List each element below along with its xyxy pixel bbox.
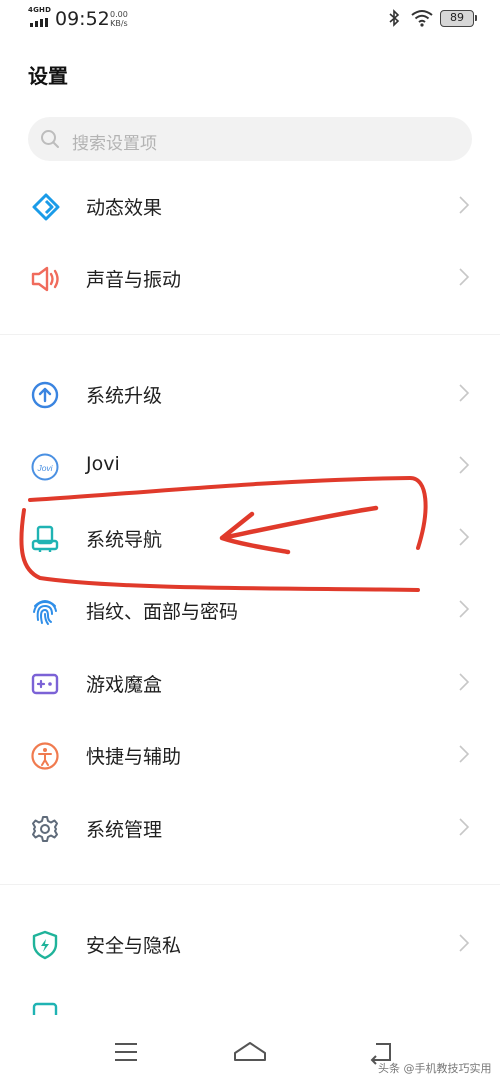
svg-text:Jovi: Jovi (36, 463, 53, 473)
accessibility-icon (30, 741, 60, 771)
menu-icon[interactable] (113, 1040, 139, 1068)
speed-unit: KB/s (110, 19, 128, 28)
wifi-icon (410, 9, 434, 31)
section-divider (0, 334, 500, 335)
home-icon[interactable] (233, 1040, 267, 1068)
chevron-right-icon (458, 599, 470, 623)
chevron-right-icon (458, 195, 470, 219)
settings-item-security-privacy[interactable]: 安全与隐私 (0, 908, 500, 980)
settings-item-fingerprint-face-password[interactable]: 指纹、面部与密码 (0, 574, 500, 646)
settings-item-label: 系统管理 (86, 819, 163, 841)
settings-item-label: 游戏魔盒 (86, 674, 163, 696)
jovi-icon: Jovi (30, 452, 60, 482)
speaker-icon (30, 264, 60, 294)
settings-item-label: 安全与隐私 (86, 935, 182, 957)
status-bar: 4GHD 09:52 0.00 KB/s 89 (0, 0, 500, 40)
gear-icon (30, 814, 60, 844)
search-input[interactable]: 搜索设置项 (28, 117, 472, 161)
chevron-right-icon (458, 817, 470, 841)
chevron-right-icon (458, 672, 470, 696)
settings-item-dynamic-effects[interactable]: 动态效果 (0, 170, 500, 242)
settings-item-label: 指纹、面部与密码 (86, 601, 239, 623)
app-icon (30, 1001, 60, 1015)
settings-item-jovi[interactable]: Jovi Jovi (0, 430, 500, 502)
search-icon (40, 129, 60, 153)
chevron-right-icon (458, 933, 470, 957)
chevron-right-icon (458, 455, 470, 479)
settings-item-game-box[interactable]: 游戏魔盒 (0, 647, 500, 719)
chevron-right-icon (458, 744, 470, 768)
upgrade-arrow-icon (30, 380, 60, 410)
shield-icon (30, 930, 60, 960)
chevron-right-icon (458, 267, 470, 291)
cellular-signal: 4GHD (28, 6, 52, 28)
settings-item-label: 系统导航 (86, 529, 163, 551)
system-navigation-icon (30, 524, 60, 554)
battery-indicator: 89 (440, 10, 477, 27)
clock: 09:52 (55, 8, 110, 30)
settings-item-system-upgrade[interactable]: 系统升级 (0, 358, 500, 430)
network-speed: 0.00 KB/s (110, 10, 128, 28)
fingerprint-icon (30, 596, 60, 626)
dynamic-effects-icon (30, 192, 60, 222)
network-type: 4GHD (28, 6, 52, 14)
settings-item-sound-vibration[interactable]: 声音与振动 (0, 242, 500, 314)
settings-item-label: 声音与振动 (86, 269, 182, 291)
page-title: 设置 (28, 64, 68, 88)
speed-value: 0.00 (110, 10, 128, 19)
settings-item-system-navigation[interactable]: 系统导航 (0, 502, 500, 574)
settings-item-label: 动态效果 (86, 197, 163, 219)
settings-item-partial[interactable] (0, 985, 500, 1015)
settings-item-system-management[interactable]: 系统管理 (0, 792, 500, 864)
settings-item-shortcuts-accessibility[interactable]: 快捷与辅助 (0, 719, 500, 791)
settings-item-label: 快捷与辅助 (86, 746, 182, 768)
settings-item-label: Jovi (86, 453, 120, 475)
bluetooth-icon (388, 9, 400, 31)
section-divider (0, 884, 500, 885)
game-box-icon (30, 669, 60, 699)
chevron-right-icon (458, 383, 470, 407)
watermark: 头条 @手机教技巧实用 (378, 1062, 492, 1075)
search-placeholder: 搜索设置项 (72, 134, 157, 154)
settings-item-label: 系统升级 (86, 385, 163, 407)
chevron-right-icon (458, 527, 470, 551)
